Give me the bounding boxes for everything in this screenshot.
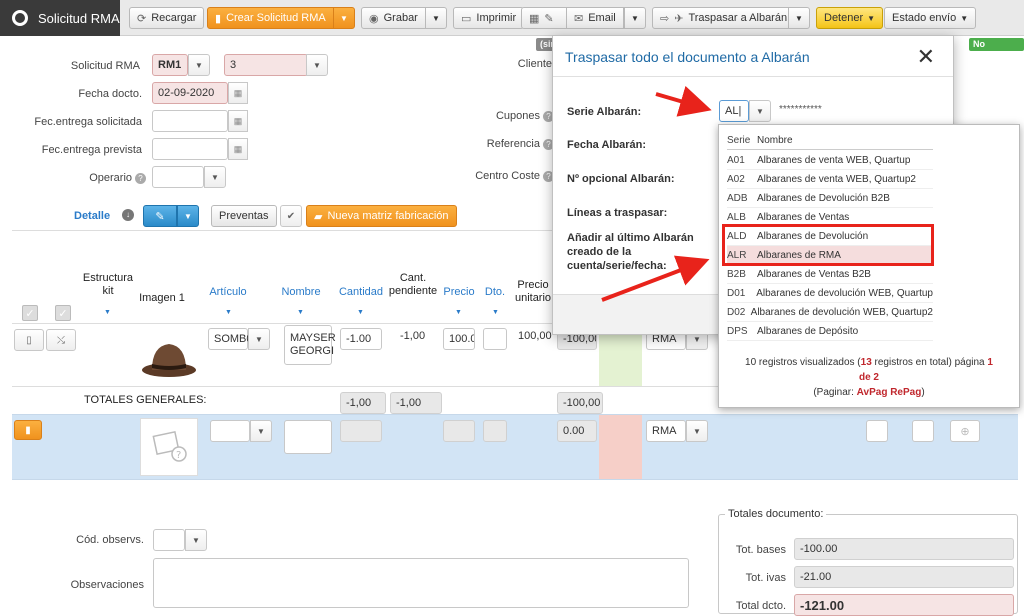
annotation-arrows	[601, 85, 712, 302]
arrow-to-serie-input	[655, 85, 712, 117]
arrow-to-alr-row	[601, 255, 710, 302]
